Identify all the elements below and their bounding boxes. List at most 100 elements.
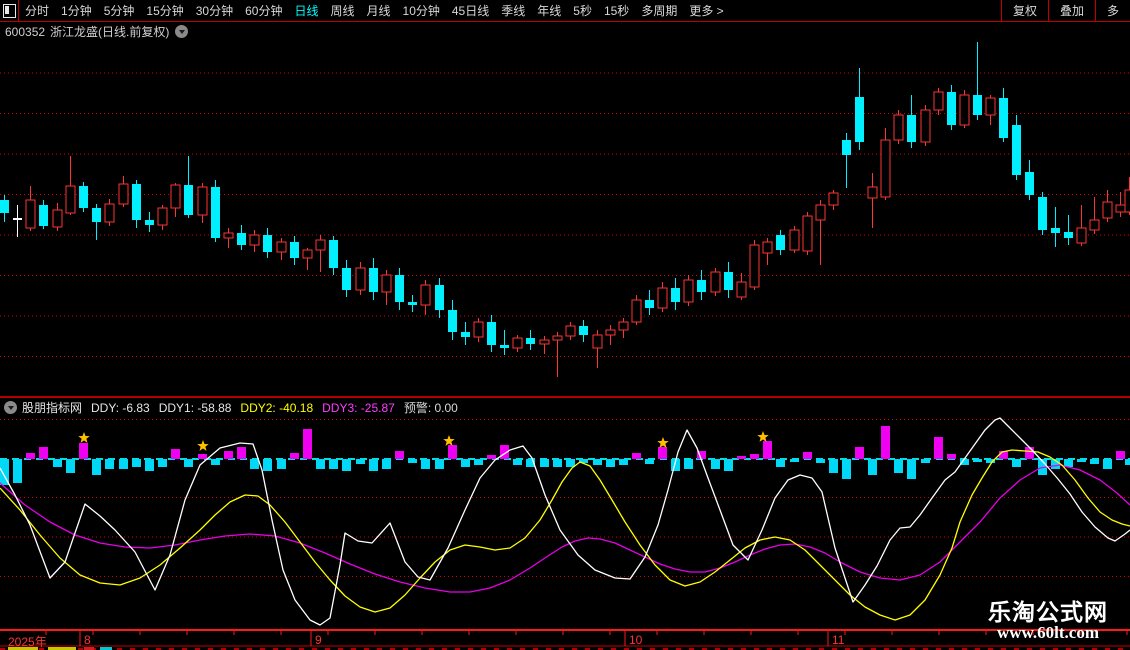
ddy-bar-up: [198, 454, 207, 459]
doji-body: [13, 218, 22, 220]
candle-down: [263, 235, 272, 252]
candle-up: [736, 281, 747, 298]
ddy-bar-down: [105, 459, 114, 469]
ddy-bar-down: [53, 459, 62, 467]
candle-down: [645, 300, 654, 308]
candle-up: [157, 207, 168, 226]
axis-label: 2025年: [8, 635, 47, 649]
candle-up: [933, 91, 944, 111]
indicator-field: DDY: -6.83: [91, 401, 150, 415]
ddy-bar-down: [1012, 459, 1021, 467]
candle-down: [290, 242, 299, 258]
ddy-bar-down: [356, 459, 365, 464]
ddy-bar-down: [1077, 459, 1086, 462]
candle-down: [0, 200, 9, 213]
ddy-bar-down: [894, 459, 903, 473]
candle-down: [1064, 232, 1073, 238]
candle-up: [683, 279, 694, 303]
ddy-bar-up: [1025, 447, 1034, 459]
ddy-bar-down: [13, 459, 22, 483]
candle-up: [118, 183, 129, 205]
ddy-bar-down: [868, 459, 877, 475]
indicator-source[interactable]: 股朋指标网: [22, 399, 82, 416]
candle-up: [1089, 219, 1100, 231]
ddy-bar-up: [803, 452, 812, 459]
candle-up: [197, 186, 208, 216]
candle-up: [315, 239, 326, 251]
candle-down: [369, 268, 378, 292]
ddy-bar-up: [171, 449, 180, 459]
candle-down: [395, 275, 404, 302]
candle-down: [671, 288, 680, 302]
candle-up: [815, 204, 826, 221]
ddy-bar-up: [632, 453, 641, 459]
candle-up: [381, 274, 392, 293]
ddy-bar-up: [26, 453, 35, 459]
candle-down: [724, 272, 733, 290]
ddy-bar-up: [934, 437, 943, 459]
ddy-bar-down: [816, 459, 825, 463]
candle-up: [52, 209, 63, 228]
ddy-bar-down: [145, 459, 154, 471]
axis-label: 11: [832, 633, 845, 647]
candle-down: [947, 92, 956, 125]
ddy-bar-down: [92, 459, 101, 475]
candle-down: [579, 326, 588, 335]
candle-down: [237, 233, 246, 245]
candle-up: [249, 234, 260, 246]
candle-up: [657, 287, 668, 309]
ddy-bar-up: [224, 451, 233, 459]
ddy-bar-up: [39, 447, 48, 459]
ddy-bar-down: [921, 459, 930, 463]
candle-down: [329, 240, 338, 268]
candle-down: [526, 338, 535, 344]
candle-up: [762, 241, 773, 254]
candle-up: [959, 94, 970, 126]
ddy-bar-down: [474, 459, 483, 465]
candle-down: [999, 98, 1008, 138]
candle-up: [65, 185, 76, 214]
candle-down: [855, 97, 864, 142]
ddy2-line: [0, 449, 1130, 621]
ddy-bar-up: [448, 445, 457, 459]
candle-down: [145, 220, 154, 225]
ddy-bar-down: [158, 459, 167, 467]
candle-up: [1076, 227, 1087, 244]
candle-up: [302, 249, 313, 259]
ddy-bar-down: [277, 459, 286, 469]
indicator-collapse-icon[interactable]: [4, 401, 17, 414]
candle-up: [710, 271, 721, 293]
ddy-bar-down: [842, 459, 851, 479]
ddy-bar-down: [421, 459, 430, 469]
candle-up: [618, 321, 629, 331]
ddy-bar-down: [606, 459, 615, 467]
candle-down: [487, 322, 496, 345]
ddy-bar-down: [1090, 459, 1099, 464]
ddy-bar-up: [855, 447, 864, 459]
ddy-bar-down: [907, 459, 916, 479]
candle-down: [697, 280, 706, 292]
candle-down: [461, 332, 470, 337]
ddy-bar-up: [658, 447, 667, 459]
candle-up: [828, 192, 839, 206]
signal-star-icon: [197, 440, 209, 451]
ddy-bar-down: [119, 459, 128, 469]
candle-up: [1115, 204, 1126, 213]
candle-up: [749, 244, 760, 288]
candle-down: [842, 140, 851, 155]
trading-app-window: 分时 1分钟 5分钟 15分钟 30分钟 60分钟 日线 周线 月线 10分钟 45日线 季线 年线 5秒…: [0, 0, 1130, 650]
chart-canvas[interactable]: [0, 0, 1130, 650]
ddy-bar-down: [1125, 459, 1130, 465]
candle-up: [789, 229, 800, 251]
ddy-bar-down: [593, 459, 602, 465]
ddy-bar-up: [1116, 451, 1125, 459]
candle-up: [605, 329, 616, 336]
candle-up: [512, 337, 523, 349]
indicator-field: DDY3: -25.87: [322, 401, 395, 415]
ddy-bar-down: [684, 459, 693, 469]
ddy-bar-down: [342, 459, 351, 471]
ddy-bar-up: [79, 443, 88, 459]
signal-star-icon: [757, 431, 769, 442]
ddy-bar-down: [711, 459, 720, 469]
ddy-bar-down: [329, 459, 338, 469]
